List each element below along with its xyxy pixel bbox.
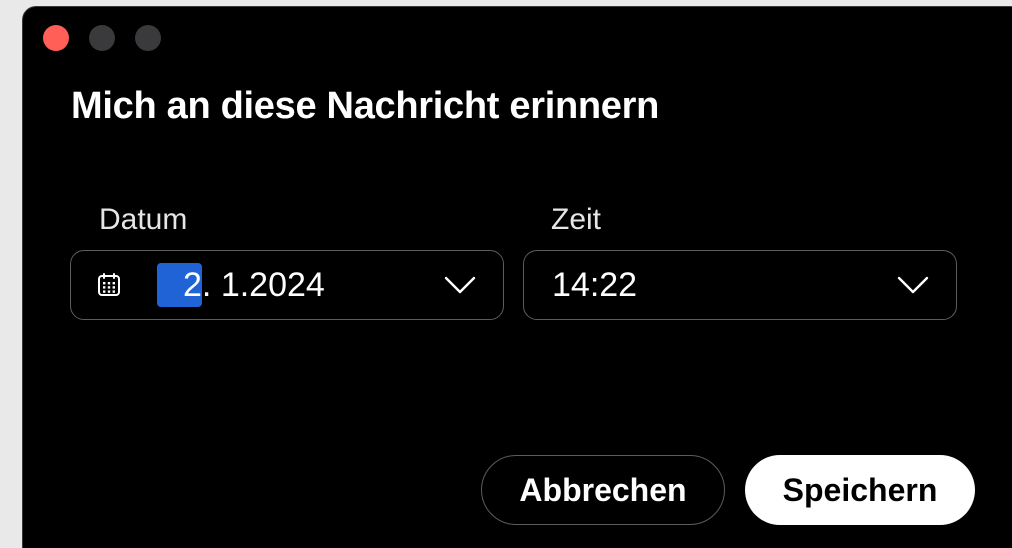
time-label: Zeit <box>551 203 602 236</box>
save-button[interactable]: Speichern <box>745 455 975 525</box>
date-value[interactable]: 2. 1.2024 <box>157 263 325 307</box>
close-window-button[interactable] <box>43 25 69 51</box>
window-controls <box>43 25 161 51</box>
date-picker[interactable]: 2. 1.2024 <box>70 250 504 320</box>
reminder-dialog-window: Mich an diese Nachricht erinnern Datum Z… <box>22 6 1012 548</box>
minimize-window-button[interactable] <box>89 25 115 51</box>
chevron-down-icon[interactable] <box>443 275 477 295</box>
date-label: Datum <box>99 203 188 236</box>
zoom-window-button[interactable] <box>135 25 161 51</box>
calendar-icon <box>98 273 120 296</box>
time-value[interactable]: 14:22 <box>552 263 637 307</box>
cancel-button[interactable]: Abbrechen <box>481 455 725 525</box>
date-day-segment[interactable]: 2 <box>157 263 202 307</box>
dialog-title: Mich an diese Nachricht erinnern <box>71 85 660 127</box>
date-month-year-segment[interactable]: . 1.2024 <box>202 263 325 307</box>
time-picker[interactable]: 14:22 <box>523 250 957 320</box>
chevron-down-icon[interactable] <box>896 275 930 295</box>
